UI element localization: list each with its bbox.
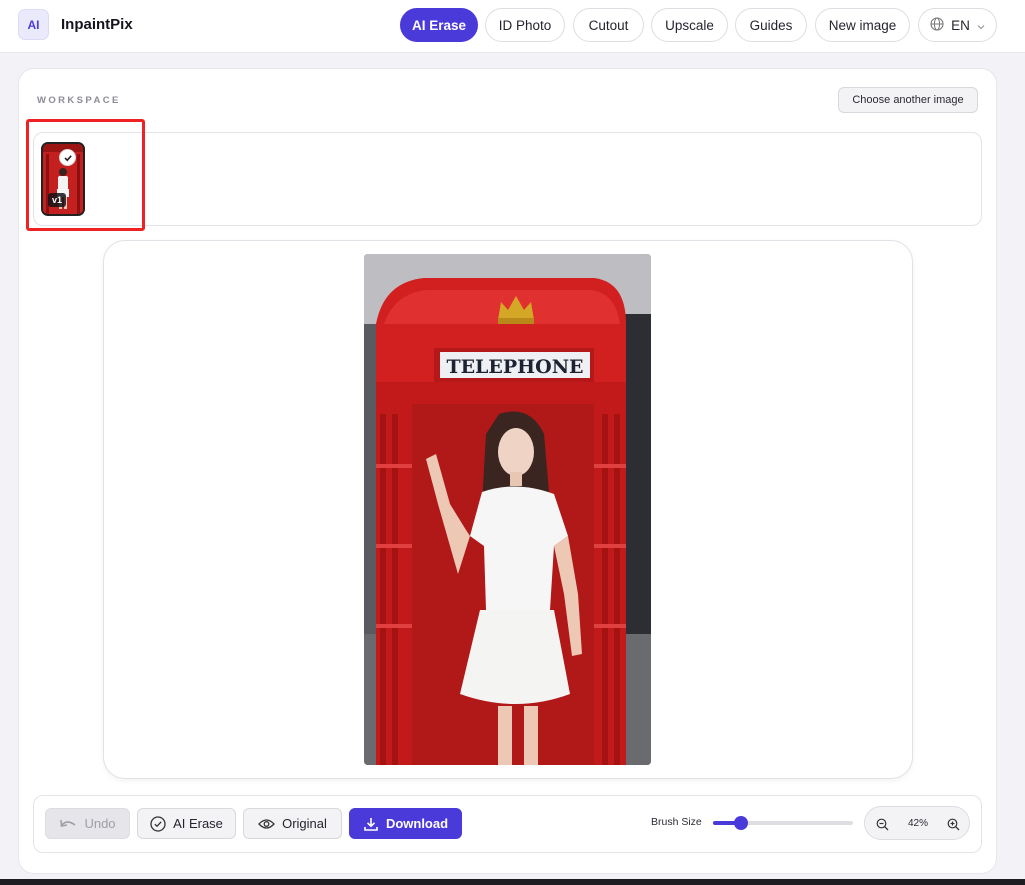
telephone-sign-text: TELEPHONE (446, 356, 583, 378)
original-label: Original (282, 816, 327, 831)
nav-cutout[interactable]: Cutout (573, 8, 644, 42)
app-name[interactable]: InpaintPix (61, 16, 133, 33)
original-toggle-button[interactable]: Original (243, 808, 342, 839)
globe-icon (930, 16, 944, 34)
undo-label: Undo (84, 816, 116, 831)
brush-size-slider-thumb[interactable] (734, 816, 748, 830)
nav-new-image[interactable]: New image (815, 8, 910, 42)
nav-id-photo[interactable]: ID Photo (485, 8, 565, 42)
zoom-level: 42% (907, 818, 928, 829)
download-icon (364, 817, 378, 831)
check-circle-icon (150, 815, 166, 832)
nav-upscale[interactable]: Upscale (651, 8, 728, 42)
bottom-edge-bar (0, 879, 1025, 885)
chevron-down-icon (977, 18, 985, 33)
app-logo[interactable]: AI (18, 9, 49, 40)
undo-icon (60, 819, 76, 827)
zoom-out-icon[interactable] (874, 816, 890, 832)
version-strip (33, 132, 982, 226)
download-label: Download (385, 816, 449, 831)
language-selector[interactable]: EN (918, 8, 997, 42)
undo-button[interactable]: Undo (45, 808, 130, 839)
ai-erase-button[interactable]: AI Erase (137, 808, 236, 839)
zoom-control: 42% (864, 806, 970, 840)
brush-size-label: Brush Size (651, 816, 702, 828)
nav-ai-erase[interactable]: AI Erase (400, 8, 478, 42)
download-button[interactable]: Download (349, 808, 462, 839)
choose-another-image-button[interactable]: Choose another image (838, 87, 978, 113)
language-label: EN (951, 17, 970, 33)
ai-erase-label: AI Erase (173, 816, 223, 831)
zoom-in-icon[interactable] (945, 816, 961, 832)
edited-photo[interactable]: TELEPHONE (364, 254, 651, 765)
nav-guides[interactable]: Guides (735, 8, 807, 42)
annotation-highlight-box (26, 119, 145, 231)
workspace-label: WORKSPACE (37, 95, 121, 106)
eye-icon (258, 818, 275, 829)
